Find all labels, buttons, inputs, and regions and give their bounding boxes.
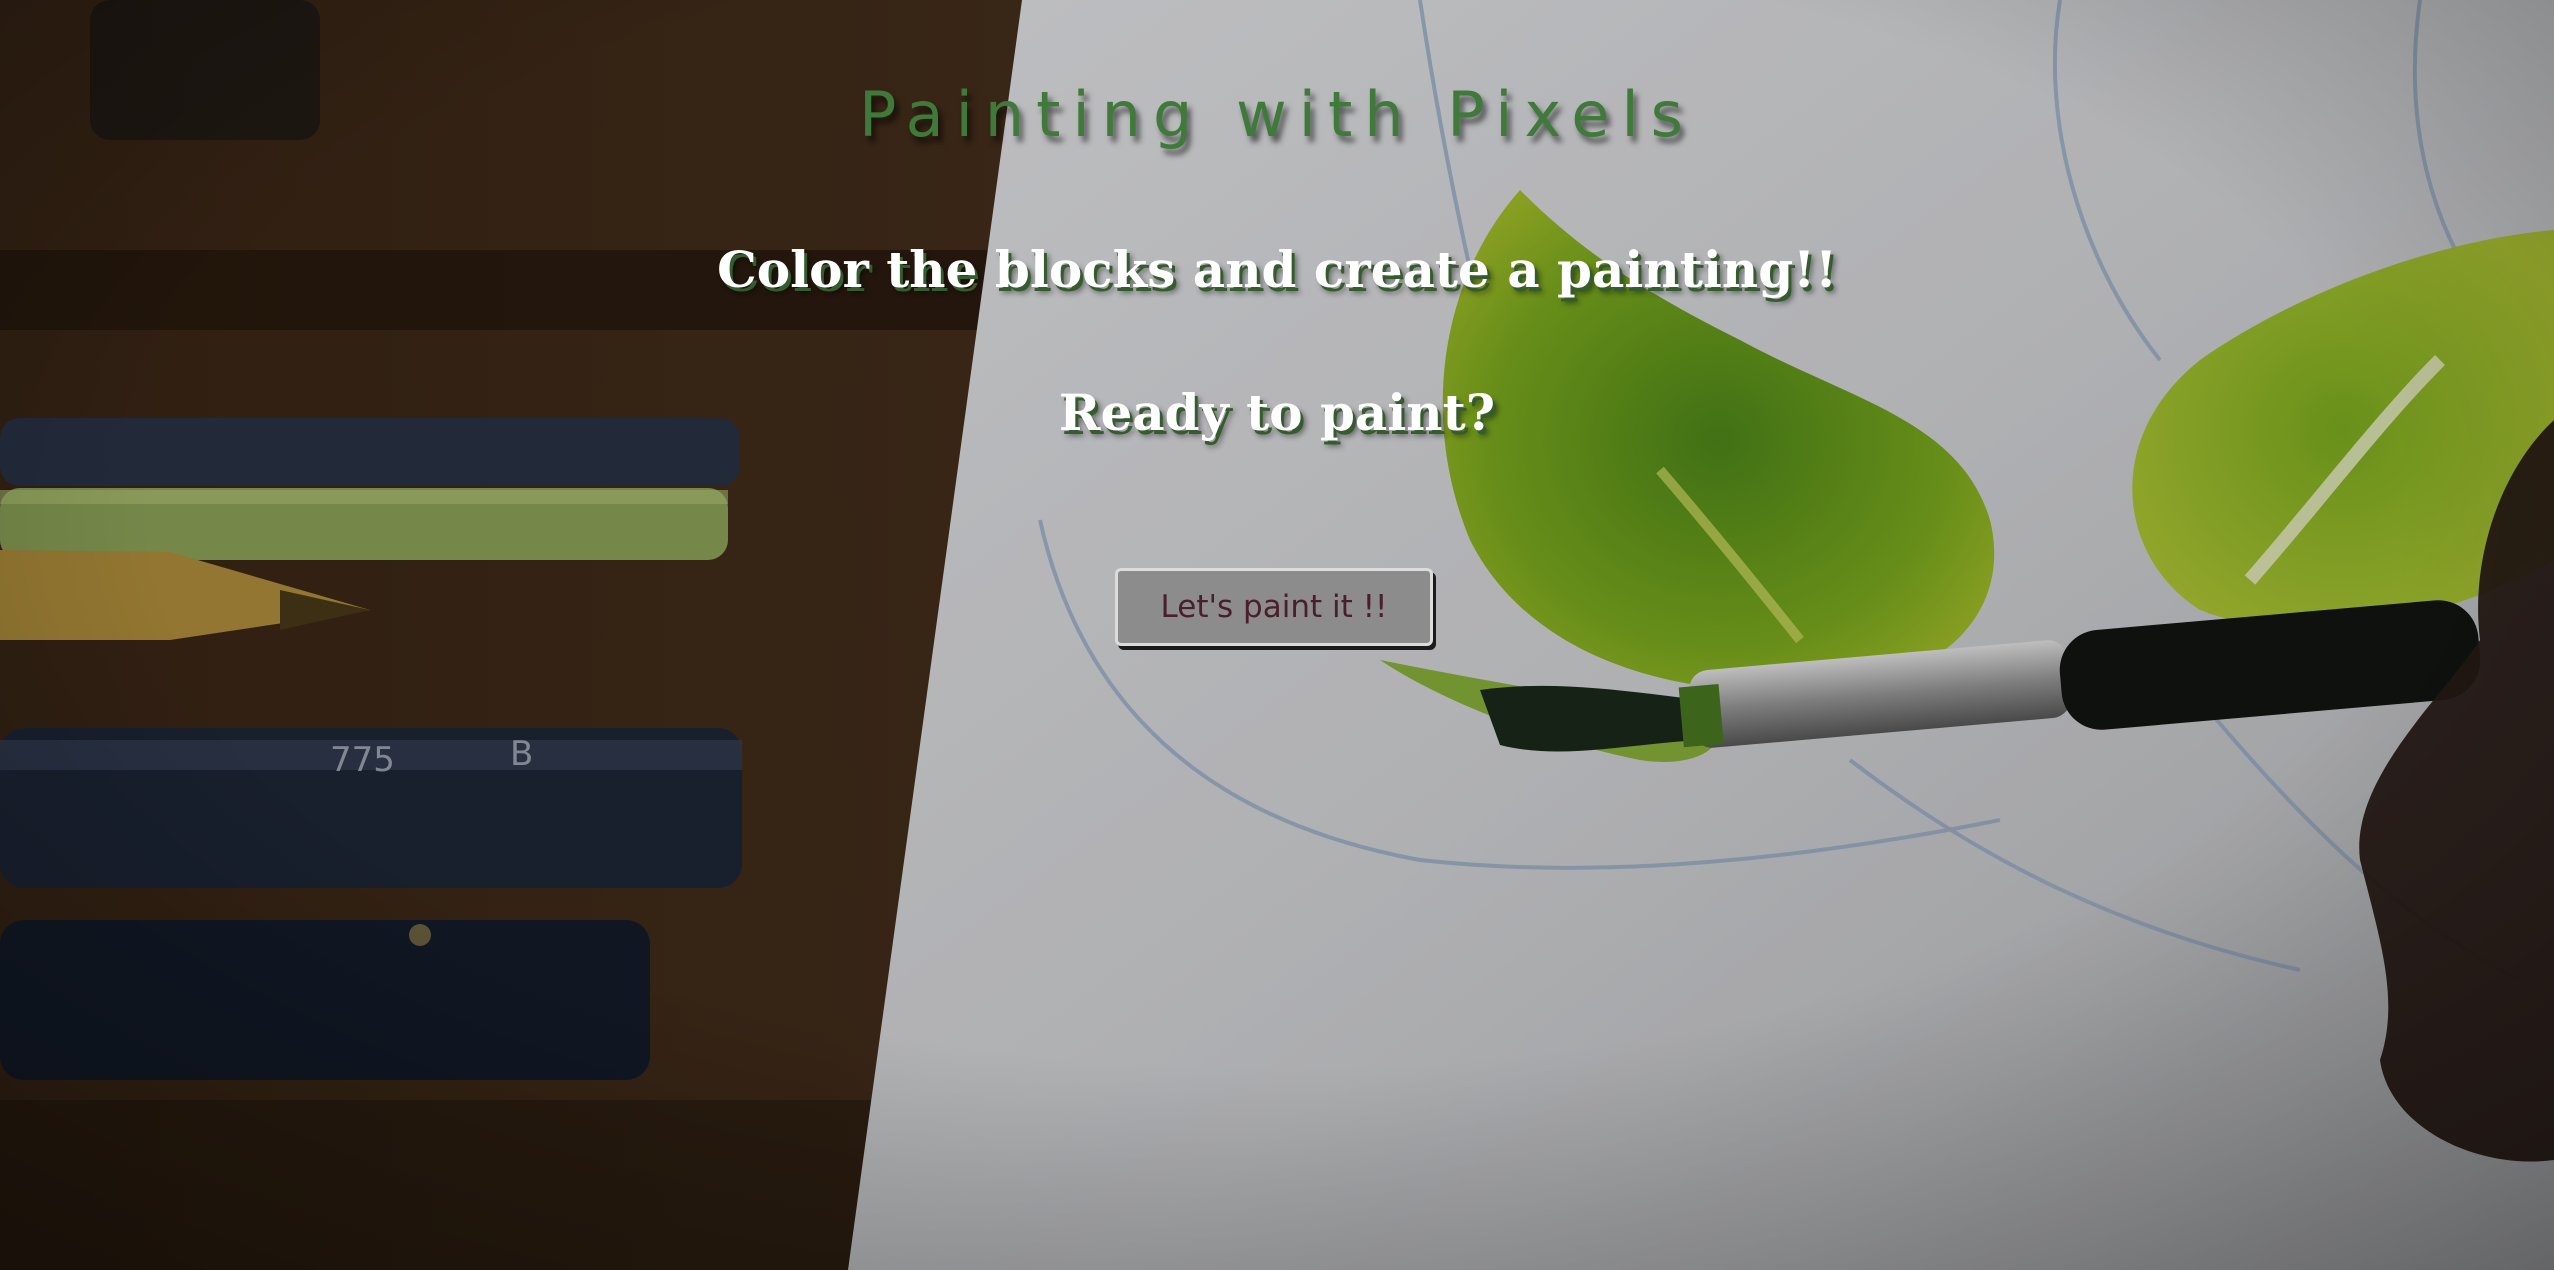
page-title: Painting with Pixels	[859, 78, 1695, 151]
hero-content: Painting with Pixels Color the blocks an…	[0, 0, 2554, 1270]
ready-prompt: Ready to paint?	[1058, 383, 1496, 442]
start-painting-button[interactable]: Let's paint it !!	[1115, 568, 1433, 646]
landing-page: 775 B Painting with Pixels Color the blo…	[0, 0, 2554, 1270]
page-subtitle: Color the blocks and create a painting!!	[716, 240, 1838, 299]
